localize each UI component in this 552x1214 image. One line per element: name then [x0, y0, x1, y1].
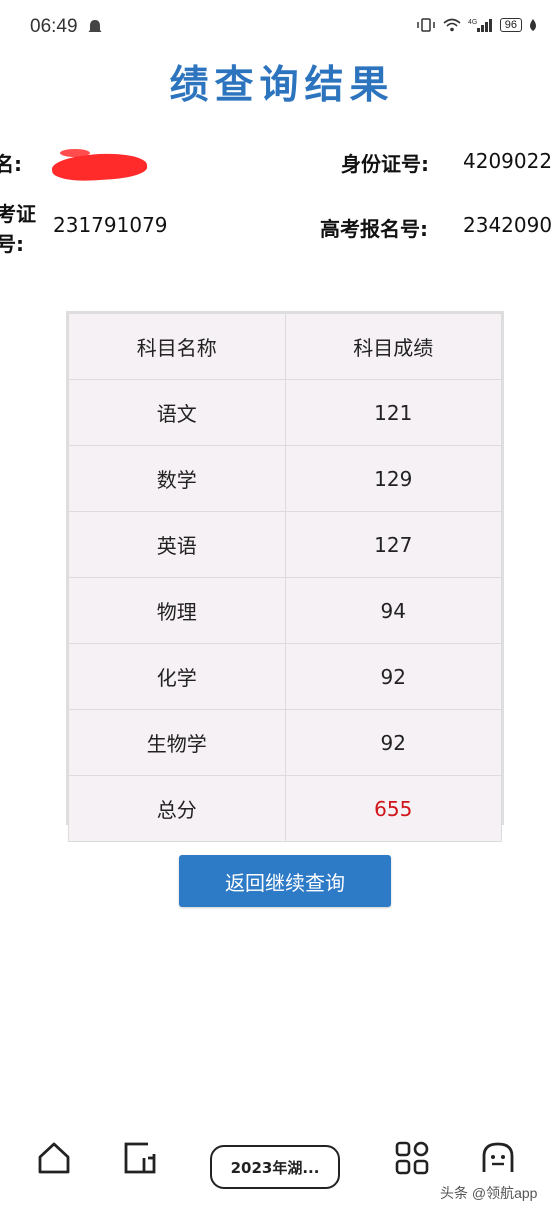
current-tab-pill[interactable]: 2023年湖... [210, 1145, 340, 1189]
reg-label: 高考报名号: [320, 217, 428, 241]
score-cell: 121 [284, 379, 502, 446]
exam-label-line2: 号: [0, 232, 24, 256]
table-header-row: 科目名称 科目成绩 [68, 313, 502, 380]
status-time: 06:49 [30, 16, 78, 37]
id-label: 身份证号: [341, 152, 429, 176]
exam-label-line1: 考证 [0, 202, 36, 226]
table-row-total: 总分 655 [68, 775, 502, 842]
score-cell: 92 [284, 709, 502, 776]
score-cell: 129 [284, 445, 502, 512]
signal-icon: 4G [468, 17, 494, 33]
notification-icon [88, 20, 102, 32]
header-subject: 科目名称 [68, 313, 286, 380]
status-bar: 06:49 4G 96 [0, 0, 552, 56]
table-row: 生物学 92 [68, 709, 502, 776]
total-label: 总分 [68, 775, 286, 842]
total-score: 655 [284, 775, 502, 842]
score-cell: 127 [284, 511, 502, 578]
subject-cell: 物理 [68, 577, 286, 644]
vibrate-icon [416, 17, 436, 33]
name-label: 名: [0, 152, 22, 176]
score-cell: 94 [284, 577, 502, 644]
subject-cell: 化学 [68, 643, 286, 710]
reg-value: 23420901 [463, 213, 552, 237]
score-table: 科目名称 科目成绩 语文 121 数学 129 英语 127 物理 94 化学 … [66, 311, 504, 842]
table-row: 数学 129 [68, 445, 502, 512]
assistant-icon[interactable] [480, 1140, 516, 1180]
watermark: 头条 @领航app [440, 1185, 538, 1201]
return-query-button[interactable]: 返回继续查询 [179, 855, 391, 907]
pages-icon[interactable] [122, 1140, 158, 1180]
status-icons: 4G 96 [416, 17, 538, 33]
wifi-icon [442, 17, 462, 33]
id-value: 42090220 [463, 149, 552, 173]
subject-cell: 生物学 [68, 709, 286, 776]
score-cell: 92 [284, 643, 502, 710]
table-row: 化学 92 [68, 643, 502, 710]
page-title: 绩查询结果 [169, 63, 395, 108]
leaf-icon [528, 18, 538, 32]
table-row: 英语 127 [68, 511, 502, 578]
svg-text:4G: 4G [468, 19, 477, 26]
table-row: 语文 121 [68, 379, 502, 446]
subject-cell: 英语 [68, 511, 286, 578]
home-icon[interactable] [36, 1140, 72, 1180]
battery-indicator: 96 [499, 18, 522, 32]
table-row: 物理 94 [68, 577, 502, 644]
subject-cell: 语文 [68, 379, 286, 446]
apps-grid-icon[interactable] [394, 1140, 430, 1180]
header-score: 科目成绩 [284, 313, 502, 380]
subject-cell: 数学 [68, 445, 286, 512]
exam-value: 231791079 [53, 213, 168, 237]
